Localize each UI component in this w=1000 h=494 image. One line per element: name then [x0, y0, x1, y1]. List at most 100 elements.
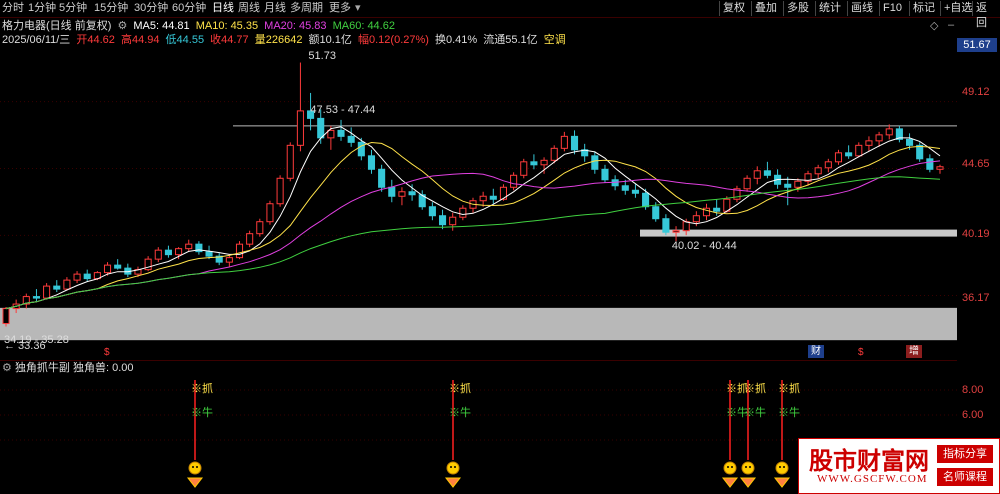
candle-body: [53, 285, 61, 290]
candle-body: [652, 206, 660, 220]
candle-body: [875, 134, 883, 142]
candle-body: [205, 251, 213, 257]
finance-marker[interactable]: 财: [808, 345, 824, 358]
dividend-marker[interactable]: $: [858, 347, 864, 358]
candle-body: [936, 166, 944, 170]
current-price-tag: 51.67: [957, 38, 997, 52]
quote-amount: 额10.1亿: [308, 34, 352, 46]
tab-1min[interactable]: 1分钟: [28, 1, 56, 16]
signal-grab-label: ※抓: [744, 381, 766, 395]
back-button[interactable]: 返回: [972, 1, 1000, 29]
dividend-marker[interactable]: $: [104, 347, 110, 358]
quote-volume: 量226642: [254, 34, 303, 46]
candle-body: [438, 215, 447, 226]
candle-body: [388, 186, 396, 197]
high-price-label: 51.73: [308, 50, 336, 62]
draw-line-button[interactable]: 画线: [847, 1, 876, 16]
diamond-icon: [444, 477, 462, 488]
quote-turnover: 换0.41%: [435, 34, 478, 46]
candle-body: [845, 152, 853, 157]
increase-marker[interactable]: 增: [906, 345, 922, 358]
candle-body: [235, 243, 244, 259]
minimize-icon[interactable]: –: [948, 19, 954, 31]
tab-15min[interactable]: 15分钟: [94, 1, 128, 16]
indicator-axis-label: 8.00: [962, 384, 984, 396]
mark-button[interactable]: 标记: [909, 1, 938, 16]
candle-body: [550, 147, 558, 161]
candle-body: [621, 185, 629, 191]
diamond-icon: [739, 477, 757, 488]
indicator-axis-label: 6.00: [962, 409, 984, 421]
smiley-icon: [723, 461, 737, 475]
more-dropdown-icon[interactable]: ▾: [355, 1, 361, 16]
tab-daily[interactable]: 日线: [212, 1, 234, 16]
candle-body: [164, 249, 172, 256]
quote-change: 幅0.12(0.27%): [358, 34, 429, 46]
signal-grab-label: ※抓: [191, 381, 213, 395]
candle-body: [114, 264, 122, 269]
quote-status: 空调: [543, 34, 566, 46]
signal-bull-label: ※牛: [778, 405, 800, 419]
quote-close: 收44.77: [210, 34, 249, 46]
candle-body: [296, 110, 304, 146]
watermark-tag: 名师课程: [937, 468, 993, 486]
statistics-button[interactable]: 统计: [815, 1, 844, 16]
price-axis-label: 49.12: [962, 86, 990, 98]
f10-button[interactable]: F10: [879, 1, 905, 16]
candle-body: [865, 140, 873, 146]
diamond-icon[interactable]: ◇: [930, 19, 938, 32]
watermark-banner: 股市财富网 WWW.GSCFW.COM 指标分享 名师课程: [798, 438, 1000, 494]
candle-body: [713, 207, 721, 212]
multi-stock-button[interactable]: 多股: [783, 1, 812, 16]
candle-body: [63, 279, 71, 290]
tab-weekly[interactable]: 周线: [238, 1, 260, 16]
candle-body: [794, 180, 802, 188]
candle-body: [743, 177, 751, 190]
tab-30min[interactable]: 30分钟: [134, 1, 168, 16]
candle-body: [520, 161, 528, 176]
tab-60min[interactable]: 60分钟: [172, 1, 206, 16]
add-watchlist-button[interactable]: +自选: [940, 1, 975, 16]
smiley-icon: [741, 461, 755, 475]
tab-5min[interactable]: 5分钟: [59, 1, 87, 16]
fuquan-button[interactable]: 复权: [719, 1, 748, 16]
price-axis-label: 36.17: [962, 292, 990, 304]
tab-more[interactable]: 更多: [329, 1, 351, 16]
ma60-line: [5, 176, 941, 310]
period-toolbar: 分时 1分钟 5分钟 15分钟 30分钟 60分钟 日线 周线 月线 多周期 更…: [0, 0, 1000, 29]
tab-multi-period[interactable]: 多周期: [290, 1, 323, 16]
candle-body: [662, 218, 670, 233]
candle-body: [286, 144, 294, 179]
tab-monthly[interactable]: 月线: [264, 1, 286, 16]
candle-body: [672, 230, 680, 233]
candle-body: [570, 135, 579, 151]
candle-body: [855, 144, 863, 157]
candle-body: [83, 273, 91, 280]
settings-icon[interactable]: ⚙: [117, 20, 127, 32]
candle-body: [510, 174, 518, 188]
candle-body: [256, 221, 264, 235]
candle-body: [266, 203, 274, 223]
smiley-icon: [188, 461, 202, 475]
range-band-lower: [0, 307, 957, 341]
smiley-eye: [749, 466, 751, 468]
candle-body: [591, 155, 599, 170]
candle-body: [560, 135, 568, 149]
signal-bull-label: ※牛: [744, 405, 766, 419]
smiley-icon: [775, 461, 789, 475]
tab-timeshare[interactable]: 分时: [2, 1, 24, 16]
overlay-button[interactable]: 叠加: [751, 1, 780, 16]
candle-body: [246, 233, 254, 245]
candle-body: [367, 155, 376, 170]
candle-body: [642, 192, 650, 208]
candle-body: [479, 195, 487, 202]
ma60-label: MA60: 44.62: [332, 20, 395, 32]
smiley-eye: [192, 466, 194, 468]
signal-grab-label: ※抓: [449, 381, 471, 395]
candle-body: [763, 170, 771, 176]
mid-range-label: 40.02 - 40.44: [672, 240, 737, 252]
candlestick-chart[interactable]: 51.7347.53 - 47.4440.02 - 40.4434.19 - 3…: [0, 47, 957, 360]
smiley-eye: [783, 466, 785, 468]
diamond-icon: [721, 477, 739, 488]
candle-body: [225, 257, 233, 263]
